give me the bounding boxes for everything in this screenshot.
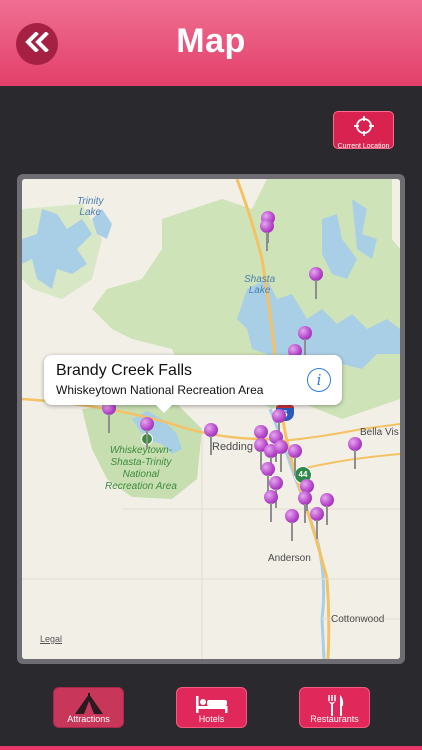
- page-title: Map: [176, 22, 246, 60]
- map-label-cottonwood: Cottonwood: [331, 614, 385, 625]
- bed-icon: [177, 693, 246, 715]
- fork-knife-icon: [300, 693, 369, 717]
- map-label-bella-vista: Bella Vis: [360, 427, 399, 438]
- map-base-layer: [22, 179, 400, 659]
- tab-attractions[interactable]: Attractions: [53, 687, 124, 728]
- attraction-pin[interactable]: [102, 401, 116, 433]
- map-label-shasta-lake: Shasta Lake: [244, 274, 276, 296]
- map-label-trinity-lake: Trinity Lake: [77, 196, 104, 218]
- tab-restaurants[interactable]: Restaurants: [299, 687, 370, 728]
- map-legal-link[interactable]: Legal: [40, 634, 62, 644]
- attraction-pin[interactable]: [260, 219, 274, 251]
- callout-title: Brandy Creek Falls: [56, 362, 193, 379]
- callout-subtitle: Whiskeytown National Recreation Area: [56, 383, 264, 397]
- current-location-button[interactable]: Current Location: [333, 111, 394, 150]
- attraction-pin[interactable]: [288, 444, 302, 476]
- header-bar: Map: [0, 0, 422, 86]
- bottom-accent-bar: [0, 746, 422, 750]
- info-button[interactable]: i: [307, 368, 331, 392]
- map-label-redding: Redding: [212, 441, 253, 453]
- info-icon: i: [316, 371, 322, 389]
- tab-attractions-label: Attractions: [67, 714, 110, 724]
- attraction-pin-selected[interactable]: [140, 417, 154, 449]
- map-frame: Trinity Lake Shasta Lake Whiskeytown- Shast…: [17, 174, 405, 664]
- attraction-pin[interactable]: [264, 490, 278, 522]
- map-label-anderson: Anderson: [268, 553, 311, 564]
- tab-hotels[interactable]: Hotels: [176, 687, 247, 728]
- map-label-whiskeytown-area: Whiskeytown- Shasta-Trinity National Recrea…: [105, 445, 177, 492]
- tent-icon: [54, 693, 123, 715]
- attraction-pin[interactable]: [285, 509, 299, 541]
- attraction-pin[interactable]: [274, 440, 288, 472]
- attraction-pin[interactable]: [204, 423, 218, 455]
- attraction-pin[interactable]: [310, 507, 324, 539]
- tab-hotels-label: Hotels: [198, 714, 225, 724]
- map-view[interactable]: Trinity Lake Shasta Lake Whiskeytown- Shast…: [22, 179, 400, 659]
- bottom-tab-bar: Attractions Hotels Restaurants: [0, 676, 422, 750]
- attraction-pin[interactable]: [309, 267, 323, 299]
- attraction-pin[interactable]: [348, 437, 362, 469]
- map-callout[interactable]: Brandy Creek Falls Whiskeytown National …: [44, 355, 342, 413]
- current-location-label: Current Location: [337, 143, 390, 150]
- crosshair-icon: [353, 112, 375, 142]
